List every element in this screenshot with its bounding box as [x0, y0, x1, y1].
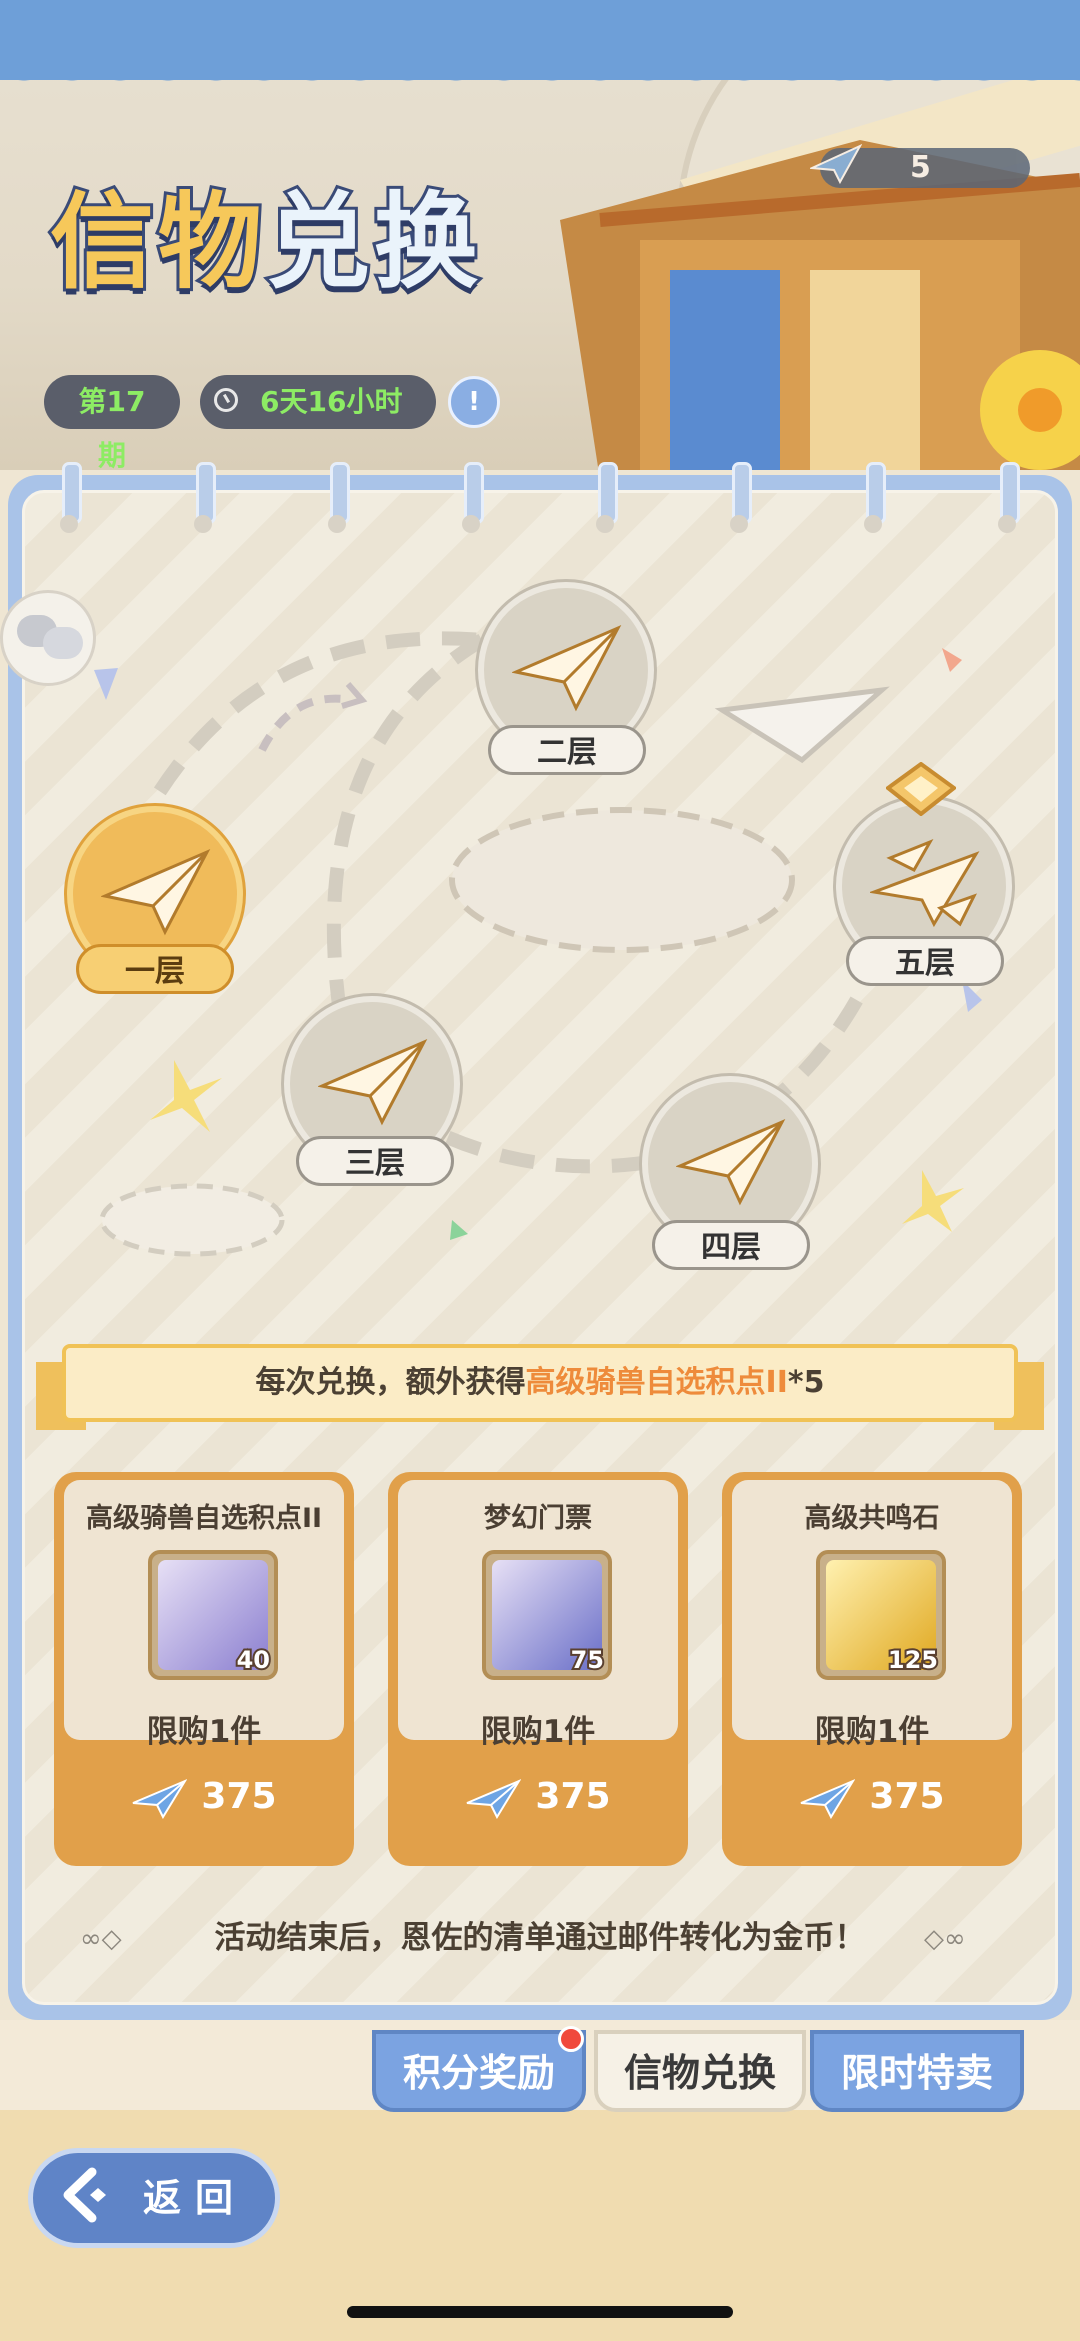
binder-ring — [864, 462, 886, 533]
ornament-right-icon: ◇∞ — [924, 1924, 966, 1954]
binder-ring — [596, 462, 618, 533]
paper-plane-icon — [318, 1038, 428, 1126]
footer-note: 活动结束后，恩佐的清单通过邮件转化为金币！ — [214, 1920, 866, 1956]
shop-item-card[interactable]: 高级骑兽自选积点II 40 限购1件 375 — [54, 1472, 354, 1866]
buy-button[interactable]: 375 — [722, 1752, 1022, 1842]
exchange-bonus-banner: 每次兑换，额外获得高级骑兽自选积点II*5 — [62, 1344, 1018, 1422]
paper-plane-trio-icon — [870, 839, 980, 928]
item-price: 375 — [869, 1776, 945, 1817]
binder-ring — [462, 462, 484, 533]
title-part-2: 兑换 — [263, 181, 483, 303]
item-count: 75 — [569, 1644, 606, 1676]
currency-counter: 5 — [810, 143, 1030, 188]
item-price: 375 — [201, 1776, 277, 1817]
paper-plane-currency-icon — [801, 1778, 856, 1820]
banner-highlight: 高级骑兽自选积点II — [525, 1365, 788, 1400]
crown-icon — [886, 762, 956, 816]
paper-plane-icon — [101, 848, 211, 936]
binder-ring — [194, 462, 216, 533]
item-count: 40 — [235, 1644, 272, 1676]
currency-count: 5 — [910, 150, 931, 185]
buy-button[interactable]: 375 — [54, 1752, 354, 1842]
card-body: 梦幻门票 75 限购1件 — [398, 1480, 678, 1750]
item-name: 梦幻门票 — [484, 1503, 592, 1534]
home-indicator[interactable] — [347, 2306, 733, 2318]
clock-icon — [214, 388, 238, 412]
item-icon-frame: 75 — [482, 1550, 612, 1680]
buy-button[interactable]: 375 — [388, 1752, 688, 1842]
card-body: 高级骑兽自选积点II 40 限购1件 — [64, 1480, 344, 1750]
item-name: 高级骑兽自选积点II — [85, 1503, 323, 1534]
season-badge: 第17期 — [44, 375, 180, 472]
paper-plane-currency-icon — [467, 1778, 522, 1820]
notification-badge — [558, 2026, 584, 2052]
item-price: 375 — [535, 1776, 611, 1817]
page-title: 信物兑换 — [47, 187, 482, 297]
floor-label-2[interactable]: 二层 — [488, 725, 646, 775]
floor-label-4[interactable]: 四层 — [652, 1220, 810, 1270]
card-body: 高级共鸣石 125 限购1件 — [732, 1480, 1012, 1750]
title-part-1: 信物 — [47, 181, 267, 303]
shop-item-card[interactable]: 梦幻门票 75 限购1件 375 — [388, 1472, 688, 1866]
binder-ring — [328, 462, 350, 533]
purchase-limit: 限购1件 — [814, 1714, 930, 1750]
binder-ring — [60, 462, 82, 533]
paper-plane-currency-icon — [133, 1778, 188, 1820]
purchase-limit: 限购1件 — [146, 1714, 262, 1750]
item-name: 高级共鸣石 — [804, 1503, 940, 1534]
header-scallop-edge — [0, 58, 1080, 98]
banner-suffix: *5 — [787, 1365, 825, 1400]
tab-points-reward[interactable]: 积分奖励 — [372, 2030, 586, 2112]
paper-plane-icon — [512, 624, 622, 712]
item-count: 125 — [886, 1644, 940, 1676]
floor-label-1[interactable]: 一层 — [76, 944, 234, 994]
purchase-limit: 限购1件 — [480, 1714, 596, 1750]
paper-plane-icon — [676, 1118, 786, 1206]
banner-prefix: 每次兑换，额外获得 — [255, 1365, 526, 1400]
shop-item-card[interactable]: 高级共鸣石 125 限购1件 375 — [722, 1472, 1022, 1866]
paper-plane-currency-icon — [810, 143, 862, 185]
floor-label-5[interactable]: 五层 — [846, 936, 1004, 986]
floor-label-3[interactable]: 三层 — [296, 1136, 454, 1186]
binder-ring — [730, 462, 752, 533]
tab-token-exchange[interactable]: 信物兑换 — [594, 2030, 806, 2112]
binder-ring — [998, 462, 1020, 533]
tab-limited-sale[interactable]: 限时特卖 — [810, 2030, 1024, 2112]
item-icon-frame: 40 — [148, 1550, 278, 1680]
item-icon-frame: 125 — [816, 1550, 946, 1680]
back-arrow-icon — [63, 2167, 106, 2223]
info-book-icon[interactable]: ! — [448, 376, 500, 428]
